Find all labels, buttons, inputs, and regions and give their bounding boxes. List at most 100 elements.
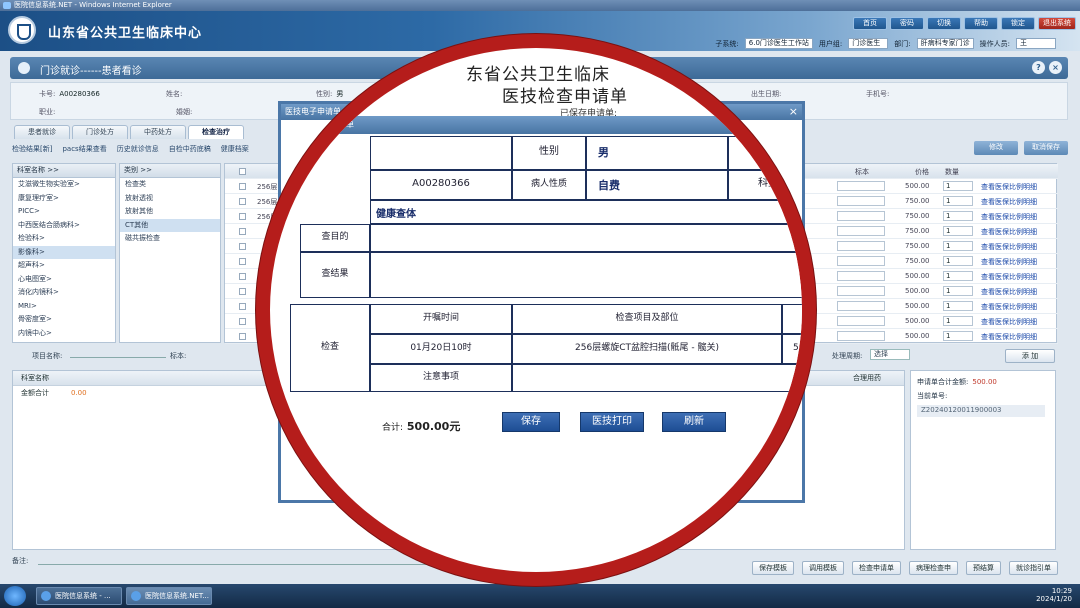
category-item[interactable]: 磁共振检查 <box>120 232 220 246</box>
row-specimen-select[interactable] <box>837 256 885 266</box>
row-specimen-select[interactable] <box>837 211 885 221</box>
dept-select[interactable]: 肝病科专家门诊 <box>916 38 974 49</box>
row-insurance-link[interactable]: 查看医保比例明细 <box>981 302 1037 312</box>
row-insurance-link[interactable]: 查看医保比例明细 <box>981 317 1037 327</box>
form-save-button[interactable]: 保存 <box>502 412 560 432</box>
row-qty-input[interactable]: 1 <box>943 241 973 251</box>
lock-button[interactable]: 锁定 <box>1001 17 1035 30</box>
department-item[interactable]: 骨密度室> <box>13 313 115 327</box>
home-button[interactable]: 首页 <box>853 17 887 30</box>
row-qty-input[interactable]: 1 <box>943 301 973 311</box>
history-input[interactable] <box>370 252 802 298</box>
taskbar-item-his[interactable]: 医院信息系统 - ... <box>36 587 122 605</box>
purpose-input[interactable] <box>370 224 802 252</box>
row-qty-input[interactable]: 1 <box>943 181 973 191</box>
form-refresh-button[interactable]: 刷新 <box>662 412 726 432</box>
add-button[interactable]: 添 加 <box>1005 349 1055 363</box>
row-insurance-link[interactable]: 查看医保比例明细 <box>981 182 1037 192</box>
start-button[interactable] <box>4 586 26 606</box>
cancel-save-button[interactable]: 取消保存 <box>1024 141 1068 155</box>
row-qty-input[interactable]: 1 <box>943 211 973 221</box>
visit-history-link[interactable]: 历史就诊信息 <box>117 144 159 154</box>
department-item[interactable]: 中西医结合肠病科> <box>13 219 115 233</box>
password-button[interactable]: 密码 <box>890 17 924 30</box>
row-insurance-link[interactable]: 查看医保比例明细 <box>981 272 1037 282</box>
row-specimen-select[interactable] <box>837 301 885 311</box>
switch-button[interactable]: 切换 <box>927 17 961 30</box>
row-checkbox[interactable] <box>239 198 246 205</box>
row-insurance-link[interactable]: 查看医保比例明细 <box>981 212 1037 222</box>
visit-guide-button[interactable]: 就诊指引单 <box>1009 561 1058 575</box>
row-qty-input[interactable]: 1 <box>943 196 973 206</box>
tab-herbal-prescription[interactable]: 中药处方 <box>130 125 186 139</box>
row-checkbox[interactable] <box>239 183 246 190</box>
pathology-request-button[interactable]: 病理检查申 <box>909 561 958 575</box>
operator-select[interactable]: 王 <box>1016 38 1056 49</box>
row-specimen-select[interactable] <box>837 226 885 236</box>
item-name-input[interactable] <box>70 357 166 358</box>
row-insurance-link[interactable]: 查看医保比例明细 <box>981 242 1037 252</box>
modify-button[interactable]: 修改 <box>974 141 1018 155</box>
category-item[interactable]: 放射其他 <box>120 205 220 219</box>
row-qty-input[interactable]: 1 <box>943 286 973 296</box>
department-item[interactable]: 消化内镜科> <box>13 286 115 300</box>
row-checkbox[interactable] <box>239 288 246 295</box>
health-record-link[interactable]: 健康档案 <box>221 144 249 154</box>
pacs-results-link[interactable]: pacs结果查看 <box>62 144 106 154</box>
row-specimen-select[interactable] <box>837 286 885 296</box>
row-insurance-link[interactable]: 查看医保比例明细 <box>981 257 1037 267</box>
category-item[interactable]: 放射透视 <box>120 192 220 206</box>
department-item[interactable]: 心电图室> <box>13 273 115 287</box>
row-insurance-link[interactable]: 查看医保比例明细 <box>981 197 1037 207</box>
row-specimen-select[interactable] <box>837 196 885 206</box>
department-item[interactable]: 康复理疗室> <box>13 192 115 206</box>
row-specimen-select[interactable] <box>837 181 885 191</box>
tab-prescription[interactable]: 门诊处方 <box>72 125 128 139</box>
current-no-item[interactable]: Z20240120011900003 <box>917 405 1045 417</box>
period-select[interactable]: 选择 <box>870 349 910 360</box>
row-checkbox[interactable] <box>239 273 246 280</box>
row-qty-input[interactable]: 1 <box>943 271 973 281</box>
herbal-draft-link[interactable]: 自检中药底稿 <box>169 144 211 154</box>
row-specimen-select[interactable] <box>837 316 885 326</box>
row-checkbox[interactable] <box>239 228 246 235</box>
row-qty-input[interactable]: 1 <box>943 331 973 341</box>
row-qty-input[interactable]: 1 <box>943 316 973 326</box>
category-item[interactable]: CT其他 <box>120 218 220 232</box>
row-checkbox[interactable] <box>239 333 246 340</box>
row-insurance-link[interactable]: 查看医保比例明细 <box>981 227 1037 237</box>
department-item[interactable]: 超声科> <box>13 259 115 273</box>
row-checkbox[interactable] <box>239 243 246 250</box>
row-checkbox[interactable] <box>239 318 246 325</box>
department-item[interactable]: PICC> <box>13 205 115 219</box>
department-item[interactable]: 影像科> <box>13 245 115 259</box>
exit-system-button[interactable]: 退出系统 <box>1038 17 1076 30</box>
department-item[interactable]: 内镜中心> <box>13 327 115 341</box>
load-template-button[interactable]: 调用模板 <box>802 561 844 575</box>
lab-results-link[interactable]: 检验结果[新] <box>12 144 52 154</box>
row-checkbox[interactable] <box>239 303 246 310</box>
notes-input[interactable] <box>512 364 802 392</box>
row-qty-input[interactable]: 1 <box>943 226 973 236</box>
row-specimen-select[interactable] <box>837 331 885 341</box>
row-qty-input[interactable]: 1 <box>943 256 973 266</box>
form-print-button[interactable]: 医技打印 <box>580 412 644 432</box>
row-insurance-link[interactable]: 查看医保比例明细 <box>981 287 1037 297</box>
row-checkbox[interactable] <box>239 258 246 265</box>
taskbar-item-his-net[interactable]: 医院信息系统.NET... <box>126 587 212 605</box>
exam-request-button[interactable]: 检查申请单 <box>852 561 901 575</box>
pre-settle-button[interactable]: 预结算 <box>966 561 1001 575</box>
row-specimen-select[interactable] <box>837 241 885 251</box>
tab-exam-treatment[interactable]: 检查治疗 <box>188 125 244 139</box>
help-icon[interactable]: ? <box>1032 61 1045 74</box>
row-specimen-select[interactable] <box>837 271 885 281</box>
category-item[interactable]: 检查类 <box>120 178 220 192</box>
tab-patient-visit[interactable]: 患者就诊 <box>14 125 70 139</box>
row-checkbox[interactable] <box>239 213 246 220</box>
department-item[interactable]: 艾滋微生物实验室> <box>13 178 115 192</box>
user-group-select[interactable]: 门诊医生 <box>848 38 889 49</box>
help-button[interactable]: 帮助 <box>964 17 998 30</box>
department-item[interactable]: 检验科> <box>13 232 115 246</box>
select-all-checkbox[interactable] <box>239 168 246 175</box>
department-item[interactable]: MRI> <box>13 300 115 314</box>
